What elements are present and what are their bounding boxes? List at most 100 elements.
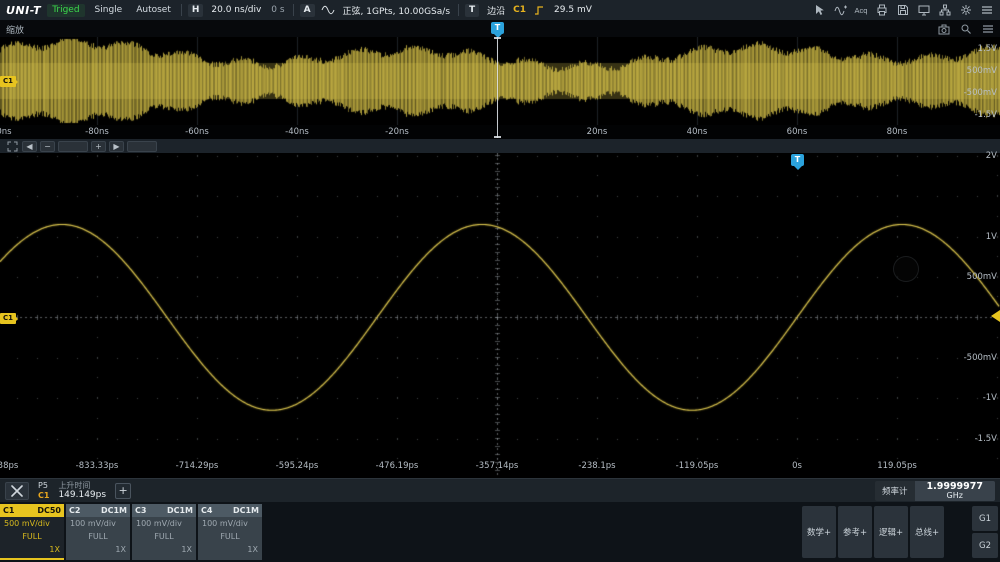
channel-scale: 100 mV/div	[198, 517, 262, 530]
strip-time-label: -60ns	[185, 127, 209, 137]
acquire-icon[interactable]: Acq	[854, 3, 868, 17]
waveform-icon[interactable]	[833, 3, 847, 17]
channel-panel-c4[interactable]: C4 DC1M 100 mV/divFULL1X	[198, 504, 262, 560]
main-volt-label: 500mV	[967, 272, 997, 282]
acquire-readout[interactable]: 正弦, 1GPts, 10.00GSa/s	[341, 4, 452, 17]
main-channel-marker[interactable]: C1	[0, 313, 16, 324]
channel-panel-c2[interactable]: C2 DC1M 100 mV/divFULL1X	[66, 504, 130, 560]
zoom-window-cursor[interactable]	[497, 37, 498, 138]
settings-icon[interactable]	[959, 3, 973, 17]
main-waveform-canvas[interactable]	[0, 153, 1000, 478]
strip-time-label: -100ns	[0, 127, 12, 137]
channel-header: C4 DC1M	[198, 504, 262, 517]
display-icon[interactable]	[917, 3, 931, 17]
trigger-level-readout[interactable]: 29.5 mV	[552, 5, 594, 15]
sine-icon	[321, 3, 335, 17]
channel-coupling: DC50	[37, 506, 61, 515]
channel-header: C3 DC1M	[132, 504, 196, 517]
strip-volt-label: 1.5V	[978, 44, 997, 54]
channel-probe: 1X	[0, 543, 64, 556]
channel-panel-c1[interactable]: C1 DC50 500 mV/divFULL1X	[0, 504, 64, 560]
channel-id: C4	[201, 506, 212, 515]
g-button-g1[interactable]: G1	[972, 506, 998, 531]
side-button-1[interactable]: 参考+	[838, 506, 872, 558]
main-volt-label: -1V	[983, 393, 997, 403]
channel-scale: 100 mV/div	[66, 517, 130, 530]
trigger-source-readout[interactable]: C1	[513, 5, 526, 15]
channel-bandwidth: FULL	[132, 530, 196, 543]
main-time-axis: -952.38ps-833.33ps-714.29ps-595.24ps-476…	[0, 461, 1000, 475]
strip-trigger-marker[interactable]: T	[491, 22, 504, 34]
channel-id: C1	[3, 506, 14, 515]
zoom-overview-canvas[interactable]	[0, 37, 1000, 125]
divider	[458, 4, 459, 16]
channel-bandwidth: FULL	[66, 530, 130, 543]
zoom-overview-strip: C1 1.5V500mV-500mV-1.5V	[0, 37, 1000, 125]
main-time-label: -476.19ps	[376, 461, 419, 471]
zoom-toolbar-button-3[interactable]: +	[91, 141, 106, 152]
cursor-icon[interactable]	[812, 3, 826, 17]
g-buttons: G1G2	[972, 506, 998, 558]
side-button-2[interactable]: 逻辑+	[874, 506, 908, 558]
main-time-label: -714.29ps	[176, 461, 219, 471]
channel-panels: C1 DC50 500 mV/divFULL1X C2 DC1M 100 mV/…	[0, 504, 262, 560]
menu-icon[interactable]	[981, 22, 995, 36]
main-volt-label: 1V	[986, 232, 997, 242]
measurement-bar: P5 C1 上升时间 149.149ps + 频率计 1.9999977 GHz	[0, 478, 1000, 502]
horizontal-position-readout[interactable]: 0 s	[269, 5, 286, 15]
zoom-toolbar-button-0[interactable]: ◀	[22, 141, 37, 152]
channel-scale: 500 mV/div	[0, 517, 64, 530]
print-icon[interactable]	[875, 3, 889, 17]
main-time-label: -238.1ps	[578, 461, 615, 471]
g-button-g2[interactable]: G2	[972, 533, 998, 558]
zoom-toolbar-button-5[interactable]	[127, 141, 157, 152]
zoom-title: 缩放	[6, 23, 24, 36]
zoom-toolbar-button-4[interactable]: ▶	[109, 141, 124, 152]
measurement-slot[interactable]: P5 C1	[38, 481, 49, 500]
expand-icon[interactable]	[5, 139, 19, 153]
side-button-3[interactable]: 总线+	[910, 506, 944, 558]
add-measurement-button[interactable]: +	[115, 483, 131, 499]
oscilloscope-screen: UNI-T Triged Single Autoset H 20.0 ns/di…	[0, 0, 1000, 562]
autoset-button[interactable]: Autoset	[132, 3, 175, 17]
strip-time-label: 20ns	[587, 127, 608, 137]
strip-time-label: 60ns	[787, 127, 808, 137]
trigger-level-arrow[interactable]	[985, 310, 1000, 322]
strip-volt-label: -1.5V	[975, 110, 997, 120]
menu-icon[interactable]	[980, 3, 994, 17]
strip-time-label: 80ns	[887, 127, 908, 137]
side-buttons: 数学+参考+逻辑+总线+	[802, 506, 944, 558]
channel-bandwidth: FULL	[198, 530, 262, 543]
main-time-label: -357.14ps	[476, 461, 519, 471]
main-volt-label: 2V	[986, 151, 997, 161]
main-time-label: -833.33ps	[76, 461, 119, 471]
channel-panel-c3[interactable]: C3 DC1M 100 mV/divFULL1X	[132, 504, 196, 560]
network-icon[interactable]	[938, 3, 952, 17]
frequency-counter-value: 1.9999977 GHz	[915, 481, 996, 501]
channel-probe: 1X	[66, 543, 130, 556]
main-time-label: -952.38ps	[0, 461, 18, 471]
frequency-counter: 频率计 1.9999977 GHz	[875, 481, 995, 501]
main-volt-label: -500mV	[964, 353, 997, 363]
zoom-toolbar-buttons: ◀− +▶	[22, 141, 157, 152]
zoom-toolbar-button-1[interactable]: −	[40, 141, 55, 152]
zoom-toolbar-button-2[interactable]	[58, 141, 88, 152]
strip-volt-label: 500mV	[967, 66, 997, 76]
strip-channel-marker[interactable]: C1	[0, 76, 16, 87]
zoom-header: 缩放 T	[0, 20, 1000, 37]
camera-icon[interactable]	[937, 22, 951, 36]
topbar-icon-group: Acq	[812, 3, 994, 17]
channel-probe: 1X	[132, 543, 196, 556]
trigger-type-readout[interactable]: 边沿	[485, 4, 507, 17]
tools-button[interactable]	[5, 482, 29, 500]
main-trigger-marker[interactable]: T	[791, 154, 804, 166]
search-icon[interactable]	[959, 22, 973, 36]
side-button-0[interactable]: 数学+	[802, 506, 836, 558]
timebase-readout[interactable]: 20.0 ns/div	[209, 5, 263, 15]
channel-header: C2 DC1M	[66, 504, 130, 517]
trigger-status: Triged	[47, 4, 84, 17]
channel-bar: C1 DC50 500 mV/divFULL1X C2 DC1M 100 mV/…	[0, 502, 1000, 562]
single-button[interactable]: Single	[91, 3, 127, 17]
save-icon[interactable]	[896, 3, 910, 17]
divider	[181, 4, 182, 16]
